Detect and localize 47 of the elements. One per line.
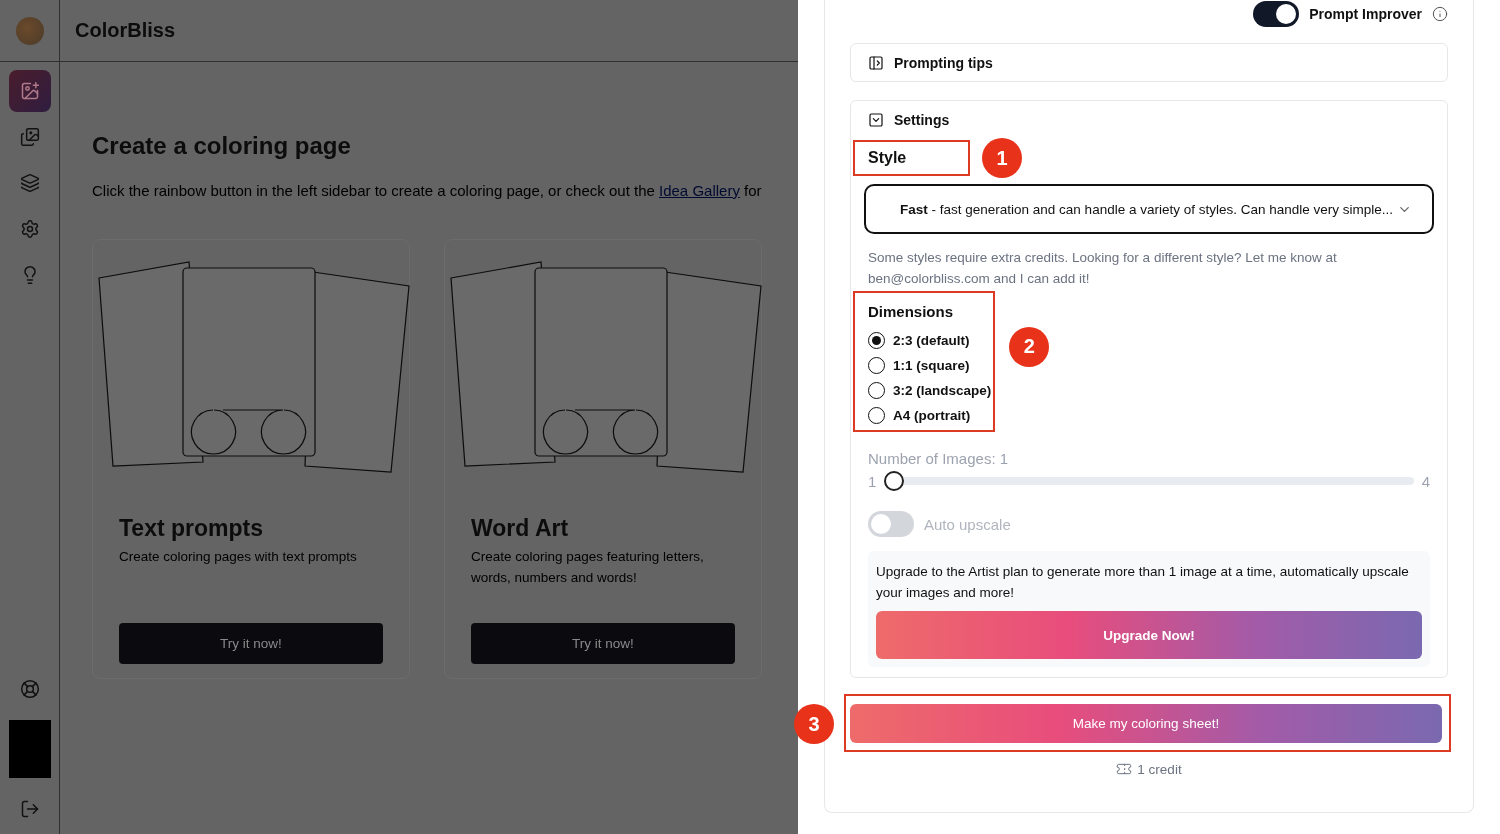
- images-icon: [19, 127, 40, 147]
- section-title: Prompting tips: [894, 54, 993, 71]
- field-label: Dimensions: [868, 303, 955, 320]
- slider-min-label: 1: [868, 472, 877, 490]
- field-label: Number of Images: 1: [868, 450, 1010, 467]
- annotation-badge: 1: [982, 138, 1022, 178]
- style-select[interactable]: Fast - fast generation and can handle a variety of styles. Can handle very simple...: [864, 184, 1434, 234]
- submit-button[interactable]: Make my coloring sheet!: [850, 704, 1442, 743]
- section-title: Settings: [894, 111, 950, 128]
- intro-text: for: [743, 182, 762, 199]
- info-icon[interactable]: [1432, 5, 1448, 22]
- toggle-switch[interactable]: [1253, 0, 1300, 27]
- help-text: Some styles require extra credits. Looking for a different style? Let me know at ben@colorbliss.com and I can add it!: [868, 249, 1338, 288]
- upgrade-text: Upgrade to the Artist plan to generate more than 1 image at a time, automatically upscale your images and more!: [876, 563, 1410, 602]
- logout-icon: [19, 799, 40, 819]
- lifebuoy-icon: [19, 679, 40, 699]
- panel-chevron-icon: [868, 111, 884, 128]
- upgrade-button[interactable]: Upgrade Now!: [876, 611, 1422, 659]
- toggle-label: Prompt Improver: [1309, 5, 1422, 22]
- radio-option[interactable]: 1:1 (square): [868, 353, 992, 378]
- intro-text: Click the rainbow button in the left sidebar to create a coloring page, or check out the: [92, 182, 656, 199]
- toggle-label: Auto upscale: [924, 515, 1011, 533]
- card-title: Text prompts: [119, 515, 264, 542]
- card-title: Word Art: [471, 515, 570, 542]
- settings-icon: [19, 219, 40, 239]
- prompting-tips-section[interactable]: Prompting tips: [850, 43, 1448, 82]
- try-button[interactable]: Try it now!: [471, 623, 735, 664]
- panel-icon: [868, 54, 884, 71]
- radio-option[interactable]: A4 (portrait): [868, 403, 992, 428]
- app-name: ColorBliss: [75, 19, 176, 42]
- slider-max-label: 4: [1421, 472, 1430, 490]
- page-title: Create a coloring page: [92, 132, 352, 160]
- annotation-badge: 3: [794, 704, 834, 744]
- redacted-block: [8, 720, 51, 778]
- try-button[interactable]: Try it now!: [119, 623, 383, 664]
- layers-icon: [19, 173, 40, 193]
- credit-cost: 1 credit: [1137, 761, 1182, 777]
- card-description: Create coloring pages featuring letters, words, numbers and words!: [471, 548, 705, 587]
- image-plus-icon: [19, 81, 40, 101]
- image-plus-button[interactable]: [8, 70, 51, 112]
- radio-option[interactable]: 3:2 (landscape): [868, 378, 992, 403]
- ticket-icon: [1116, 761, 1133, 777]
- logo-avatar: [15, 16, 44, 45]
- field-label: Style: [868, 149, 908, 167]
- annotation-badge: 2: [1009, 326, 1050, 367]
- radio-option[interactable]: 2:3 (default): [868, 328, 992, 353]
- card-description: Create coloring pages with text prompts: [119, 548, 358, 566]
